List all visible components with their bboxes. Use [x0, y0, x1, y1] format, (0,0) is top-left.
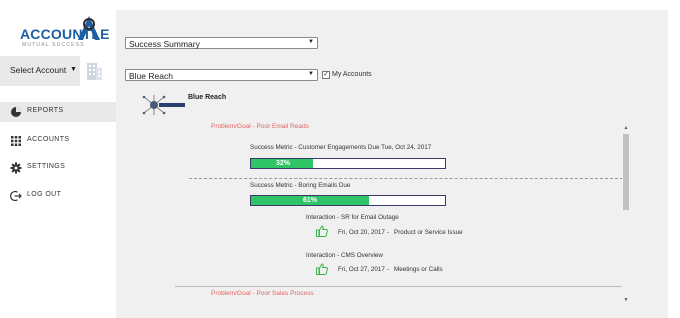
- nav-item-logout[interactable]: LOG OUT: [0, 186, 116, 206]
- nav-label-logout: LOG OUT: [27, 191, 62, 198]
- account-select[interactable]: Blue Reach ▼: [125, 69, 318, 81]
- problem-goal-label[interactable]: Problem/Goal - Poor Email Reads: [211, 123, 309, 130]
- interaction-title: Interaction - CMS Overview: [306, 252, 383, 259]
- interaction-separator: -: [387, 229, 390, 236]
- sidebar: ACCOUNTLE MUTUAL SUCCESS Select Account …: [0, 0, 116, 318]
- my-accounts-label: My Accounts: [332, 71, 372, 78]
- success-metric-title: Success Metric - Customer Engagements Du…: [250, 144, 432, 151]
- interaction-type: Meetings or Calls: [394, 266, 443, 273]
- select-account-dropdown[interactable]: Select Account ▼: [0, 56, 80, 86]
- brand-mark-icon: [78, 16, 100, 40]
- interaction-date: Fri, Oct 27, 2017: [338, 266, 385, 273]
- select-account-label: Select Account: [10, 65, 67, 75]
- divider: [175, 286, 623, 287]
- brand-tagline: MUTUAL SUCCESS: [22, 42, 85, 48]
- problem-goal-label[interactable]: Problem/Goal - Poor Sales Process: [211, 290, 314, 297]
- logout-icon: [10, 190, 22, 202]
- progress-bar: 32%: [250, 158, 446, 169]
- progress-bar: 61%: [250, 195, 446, 206]
- account-select-value: Blue Reach: [129, 71, 173, 81]
- nav-label-accounts: ACCOUNTS: [27, 136, 70, 143]
- nav-label-settings: SETTINGS: [27, 163, 66, 170]
- pie-chart-icon: [11, 107, 21, 117]
- chevron-down-icon: ▼: [308, 71, 314, 77]
- chevron-down-icon: ▼: [70, 66, 77, 73]
- chevron-down-icon: ▼: [308, 39, 314, 45]
- report-type-value: Success Summary: [129, 39, 200, 49]
- divider: [189, 178, 623, 179]
- thumbs-up-icon[interactable]: [316, 225, 328, 237]
- nav-item-reports[interactable]: REPORTS: [0, 102, 116, 122]
- scroll-down-arrow-icon[interactable]: ▼: [622, 296, 630, 304]
- progress-label: 32%: [275, 160, 290, 167]
- progress-label: 61%: [302, 197, 317, 204]
- nav-item-settings[interactable]: SETTINGS: [0, 158, 116, 178]
- interaction-date: Fri, Oct 20, 2017: [338, 229, 385, 236]
- success-metric-title: Success Metric - Boring Emails Due: [250, 182, 351, 189]
- account-name: Blue Reach: [188, 94, 227, 101]
- report-type-select[interactable]: Success Summary ▼: [125, 37, 318, 49]
- nav-item-accounts[interactable]: ACCOUNTS: [0, 131, 116, 151]
- building-icon: [87, 63, 102, 80]
- thumbs-up-icon[interactable]: [316, 263, 328, 275]
- gear-icon: [10, 162, 22, 174]
- scroll-thumb[interactable]: [623, 134, 629, 210]
- my-accounts-checkbox[interactable]: ✓: [322, 71, 330, 79]
- interaction-type: Product or Service Issue: [394, 229, 463, 236]
- grid-icon: [11, 136, 21, 146]
- nav-label-reports: REPORTS: [27, 107, 64, 114]
- brand-logo[interactable]: ACCOUNTLE MUTUAL SUCCESS: [12, 12, 112, 52]
- scroll-up-arrow-icon[interactable]: ▲: [622, 124, 630, 132]
- scrollbar[interactable]: ▲ ▼: [622, 124, 630, 304]
- main-panel: Success Summary ▼ Blue Reach ▼ ✓ My Acco…: [116, 10, 668, 318]
- interaction-title: Interaction - SR for Email Outage: [306, 214, 399, 221]
- interaction-separator: -: [387, 266, 390, 273]
- account-logo: [142, 95, 185, 115]
